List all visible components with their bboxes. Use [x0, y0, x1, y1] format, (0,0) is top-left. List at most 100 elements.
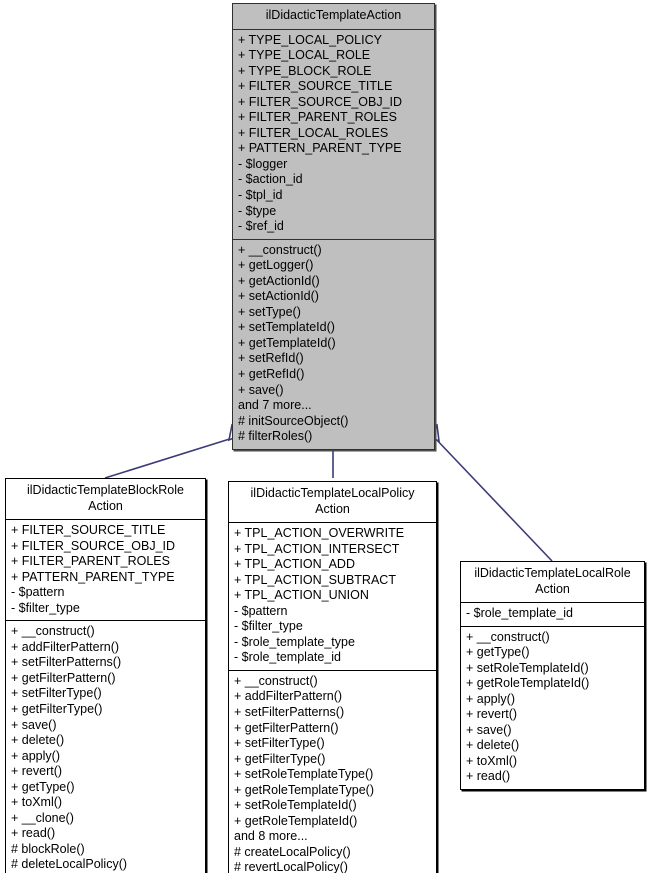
class-attribute: + FILTER_SOURCE_TITLE — [238, 79, 393, 94]
class-operation: + setRoleTemplateType() — [234, 767, 374, 782]
class-attribute: - $role_template_type — [234, 634, 355, 649]
class-operation: + getType() — [466, 645, 530, 660]
class-operation: + revert() — [466, 707, 518, 722]
class-attribute: - $tpl_id — [238, 187, 283, 202]
inheritance-edge-local-role — [422, 423, 553, 562]
class-operation: # deleteLocalPolicy() — [11, 857, 128, 872]
class-operations: + __construct() + getLogger() + getActio… — [233, 240, 434, 449]
class-title: ilDidacticTemplateAction — [265, 8, 402, 22]
class-attributes: + FILTER_SOURCE_TITLE + FILTER_SOURCE_OB… — [6, 520, 205, 620]
class-operation: + revert() — [11, 764, 63, 779]
class-attribute: + TYPE_LOCAL_ROLE — [238, 48, 371, 63]
class-attribute: + TPL_ACTION_UNION — [234, 588, 369, 603]
class-operation: + getFilterPattern() — [234, 720, 339, 735]
class-attribute: + TYPE_BLOCK_ROLE — [238, 63, 372, 78]
class-operation: + delete() — [11, 733, 65, 748]
class-attribute: + TPL_ACTION_OVERWRITE — [234, 526, 405, 540]
class-attribute: - $action_id — [238, 172, 303, 187]
class-attribute: + FILTER_SOURCE_TITLE — [11, 523, 166, 537]
class-operation: # initSourceObject() — [238, 413, 349, 428]
class-operation: + save() — [466, 722, 512, 737]
class-operation: + setFilterType() — [11, 686, 102, 701]
class-operation: # revertLocalPolicy() — [234, 860, 348, 873]
class-operation: + __clone() — [11, 810, 74, 825]
class-operation: + setRoleTemplateId() — [234, 798, 357, 813]
class-title: ilDidacticTemplateBlockRole Action — [26, 483, 184, 513]
class-attribute: - $role_template_id — [466, 606, 574, 620]
class-attributes: + TYPE_LOCAL_POLICY + TYPE_LOCAL_ROLE + … — [233, 30, 434, 239]
class-operation: + setTemplateId() — [238, 320, 335, 335]
class-attribute: - $role_template_id — [234, 650, 342, 665]
class-operation: + __construct() — [238, 242, 322, 257]
class-attributes: - $role_template_id — [461, 603, 644, 626]
class-operation: + apply() — [466, 691, 515, 706]
class-operation: + setActionId() — [238, 289, 319, 304]
class-operation: + addFilterPattern() — [11, 639, 120, 654]
class-box-ilDidacticTemplateAction[interactable]: ilDidacticTemplateAction + TYPE_LOCAL_PO… — [232, 3, 435, 450]
class-attribute: - $filter_type — [234, 619, 303, 634]
class-operation: + setFilterPatterns() — [11, 655, 122, 670]
class-operations: + __construct() + addFilterPattern() + s… — [229, 671, 436, 873]
class-box-ilDidacticTemplateBlockRoleAction[interactable]: ilDidacticTemplateBlockRole Action + FIL… — [5, 478, 206, 873]
class-attribute: + PATTERN_PARENT_TYPE — [238, 141, 402, 156]
class-operations: + __construct() + addFilterPattern() + s… — [6, 621, 205, 873]
class-operation: + setRoleTemplateId() — [466, 660, 589, 675]
class-attribute: - $ref_id — [238, 219, 284, 234]
class-operation: # createLocalPolicy() — [234, 844, 351, 859]
class-operation: + getRefId() — [238, 366, 305, 381]
class-box-ilDidacticTemplateLocalRoleAction[interactable]: ilDidacticTemplateLocalRole Action - $ro… — [460, 561, 645, 791]
class-operation: + toXml() — [466, 753, 518, 768]
class-operation: + read() — [466, 769, 511, 784]
class-attribute: + TPL_ACTION_ADD — [234, 557, 355, 572]
class-attribute: + FILTER_SOURCE_OBJ_ID — [238, 94, 403, 109]
class-attribute: + PATTERN_PARENT_TYPE — [11, 569, 175, 584]
class-operation: # blockRole() — [11, 841, 85, 856]
class-operation: + getActionId() — [238, 273, 320, 288]
class-attribute: - $pattern — [234, 603, 288, 618]
class-attribute: + FILTER_SOURCE_OBJ_ID — [11, 538, 176, 553]
class-attribute: - $filter_type — [11, 600, 80, 615]
class-operation: + __construct() — [234, 673, 318, 688]
class-operation: + getRoleTemplateId() — [234, 813, 358, 828]
class-attribute: - $pattern — [11, 585, 65, 600]
class-operation: + save() — [238, 382, 284, 397]
inheritance-edge-block-role — [104, 423, 248, 479]
uml-class-diagram: ilDidacticTemplateAction + TYPE_LOCAL_PO… — [0, 0, 655, 873]
class-operations: + __construct() + getType() + setRoleTem… — [461, 627, 644, 789]
class-operation: + getRoleTemplateType() — [234, 782, 375, 797]
class-operation: + getType() — [11, 779, 75, 794]
class-operation: + apply() — [11, 748, 60, 763]
class-operation: + setFilterPatterns() — [234, 705, 345, 720]
class-operation: + getFilterType() — [11, 702, 103, 717]
class-operation: + getFilterType() — [234, 751, 326, 766]
class-operation: + delete() — [466, 738, 520, 753]
class-operation: + setFilterType() — [234, 736, 325, 751]
class-operation: + getLogger() — [238, 258, 314, 273]
class-attribute: - $logger — [238, 156, 288, 171]
class-title: ilDidacticTemplateLocalPolicy Action — [250, 486, 415, 516]
class-attribute: - $type — [238, 203, 277, 218]
class-operation: + getTemplateId() — [238, 335, 336, 350]
class-operation: # filterRoles() — [238, 429, 313, 444]
class-attribute: + TPL_ACTION_INTERSECT — [234, 541, 400, 556]
class-operation-more: and 7 more... — [238, 398, 312, 413]
class-operation: + getFilterPattern() — [11, 670, 116, 685]
class-operation: + setRefId() — [238, 351, 304, 366]
class-attribute: + TYPE_LOCAL_POLICY — [238, 32, 382, 47]
class-operation: + __construct() — [11, 624, 95, 639]
class-title: ilDidacticTemplateLocalRole Action — [474, 566, 631, 596]
class-attribute: + FILTER_LOCAL_ROLES — [238, 125, 389, 140]
class-box-ilDidacticTemplateLocalPolicyAction[interactable]: ilDidacticTemplateLocalPolicy Action + T… — [228, 481, 437, 873]
class-operation: + __construct() — [466, 629, 550, 644]
class-operation: + addFilterPattern() — [234, 689, 343, 704]
class-operation: + save() — [11, 717, 57, 732]
class-operation-more: and 8 more... — [234, 829, 308, 844]
class-attributes: + TPL_ACTION_OVERWRITE + TPL_ACTION_INTE… — [229, 523, 436, 670]
class-operation: + read() — [11, 826, 56, 841]
class-operation: + toXml() — [11, 795, 63, 810]
class-attribute: + FILTER_PARENT_ROLES — [11, 554, 170, 569]
class-operation: + setType() — [238, 304, 301, 319]
class-operation: + getRoleTemplateId() — [466, 676, 590, 691]
class-attribute: + FILTER_PARENT_ROLES — [238, 110, 397, 125]
class-attribute: + TPL_ACTION_SUBTRACT — [234, 572, 396, 587]
